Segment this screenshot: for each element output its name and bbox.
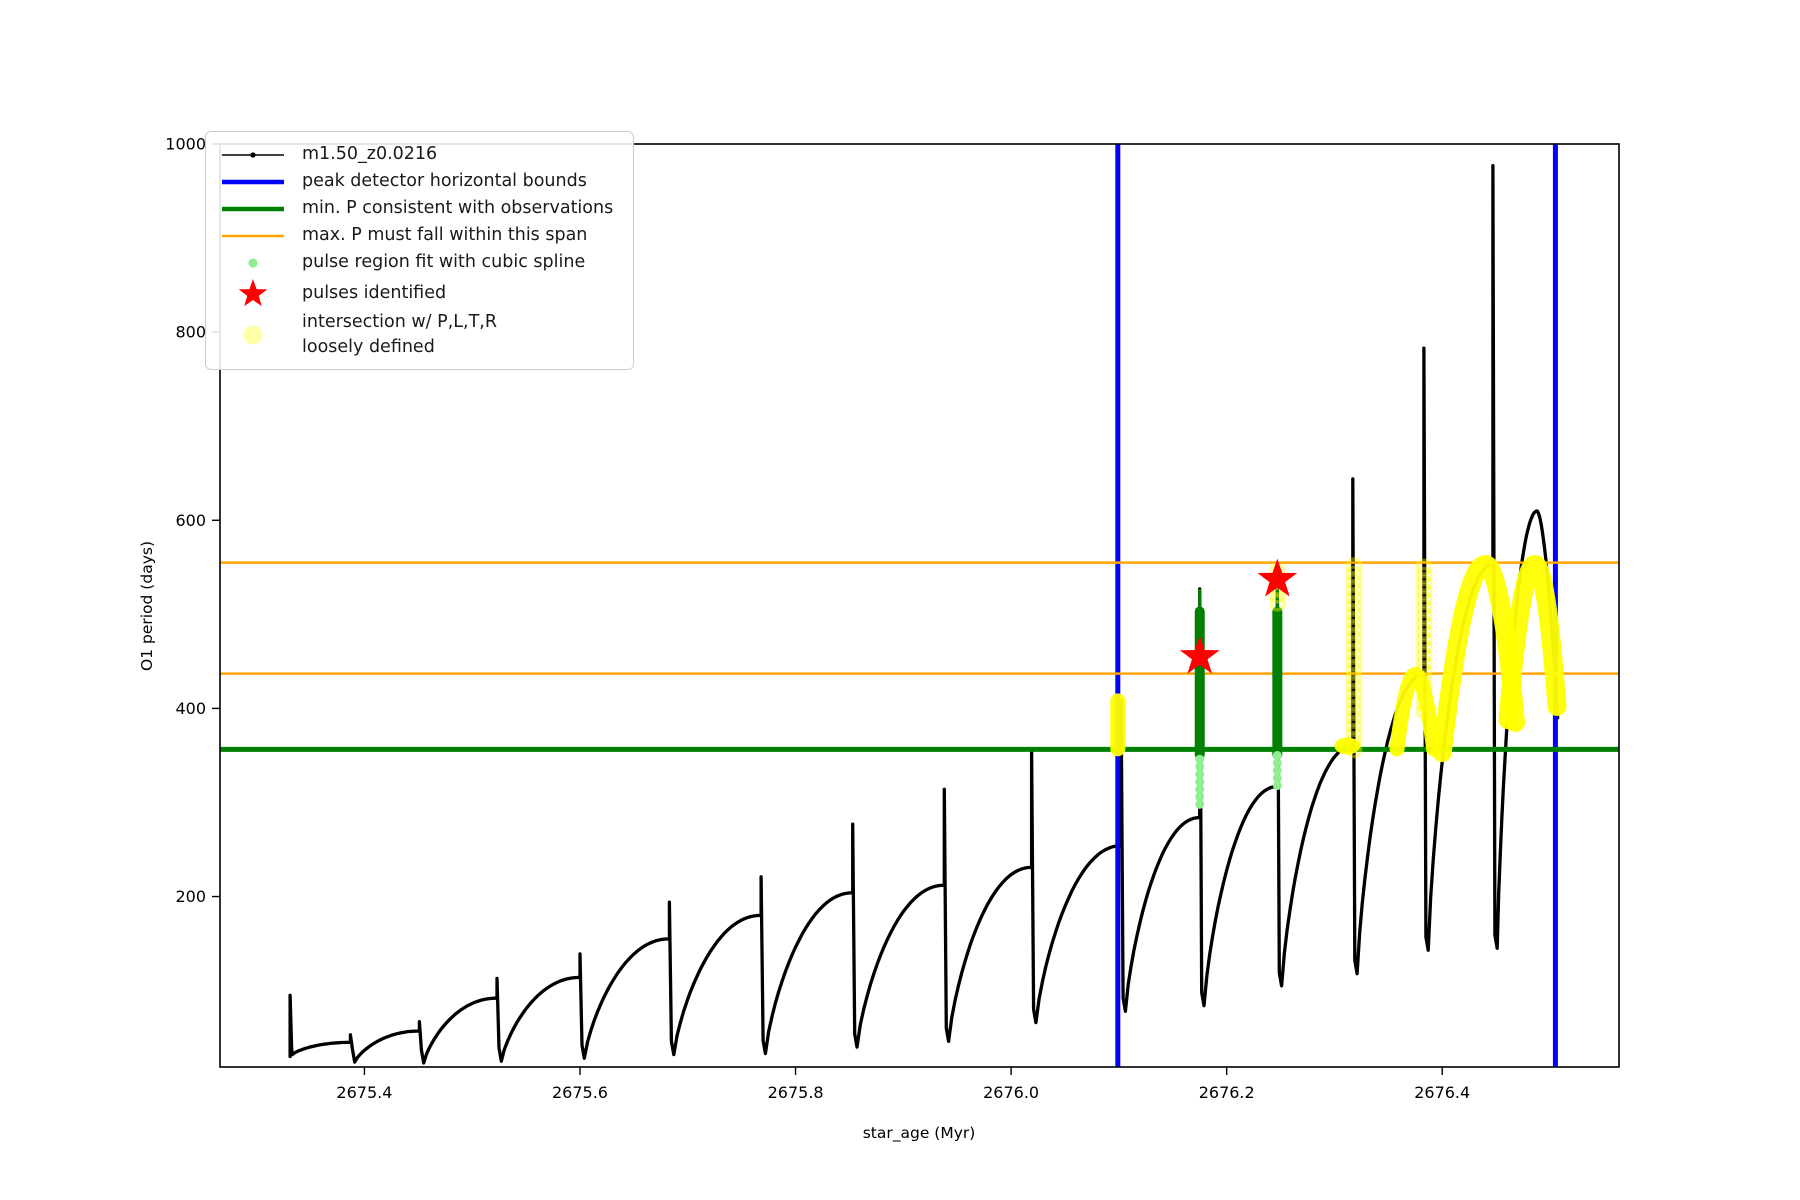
spline-fit-dot (1195, 754, 1205, 764)
line-icon (218, 224, 288, 248)
spline-fit-dot (1272, 750, 1282, 760)
line-icon (218, 170, 288, 194)
legend-entry: intersection w/ P,L,T,R loosely defined (218, 310, 613, 360)
x-tick-label: 2675.4 (336, 1083, 392, 1102)
x-tick-label: 2676.0 (983, 1083, 1039, 1102)
figure: 2675.4 2675.6 2675.8 2676.0 2676.2 2676.4 200 4… (0, 0, 1800, 1200)
yellow-intersection-arc (1389, 667, 1442, 757)
legend-entry: m1.50_z0.0216 (218, 141, 613, 168)
yellow-intersection-arc (1498, 555, 1567, 730)
legend-entry: min. P consistent with observations (218, 195, 613, 222)
legend-entry-label: pulse region fit with cubic spline (302, 252, 586, 272)
legend: m1.50_z0.0216peak detector horizontal bo… (205, 131, 635, 370)
y-tick-label: 200 (175, 887, 206, 906)
legend-entry-label: max. P must fall within this span (302, 225, 588, 245)
dot-icon (218, 143, 288, 167)
star-icon (218, 276, 288, 310)
legend-entry-label: intersection w/ P,L,T,R loosely defined (302, 312, 497, 357)
y-tick-label: 1000 (165, 135, 206, 154)
x-tick-label: 2675.6 (552, 1083, 608, 1102)
legend-entry-label: pulses identified (302, 282, 447, 303)
legend-entry: max. P must fall within this span (218, 222, 613, 249)
line-icon (218, 197, 288, 221)
x-axis-label: star_age (Myr) (863, 1124, 976, 1143)
dot-icon (218, 251, 288, 275)
x-tick-label: 2676.4 (1414, 1083, 1470, 1102)
y-axis-label: O1 period (days) (138, 541, 156, 671)
legend-entry-label: min. P consistent with observations (302, 198, 614, 218)
legend-entry-label: m1.50_z0.0216 (302, 144, 438, 164)
x-tick-label: 2675.8 (768, 1083, 824, 1102)
dot-icon (218, 321, 288, 349)
y-tick-label: 400 (175, 699, 206, 718)
legend-entry: pulses identified (218, 276, 613, 310)
x-tick-label: 2676.2 (1199, 1083, 1255, 1102)
y-tick-label: 800 (175, 323, 206, 342)
legend-entry: peak detector horizontal bounds (218, 168, 613, 195)
legend-entry: pulse region fit with cubic spline (218, 249, 613, 276)
y-tick-label: 600 (175, 511, 206, 530)
legend-entry-label: peak detector horizontal bounds (302, 171, 587, 191)
